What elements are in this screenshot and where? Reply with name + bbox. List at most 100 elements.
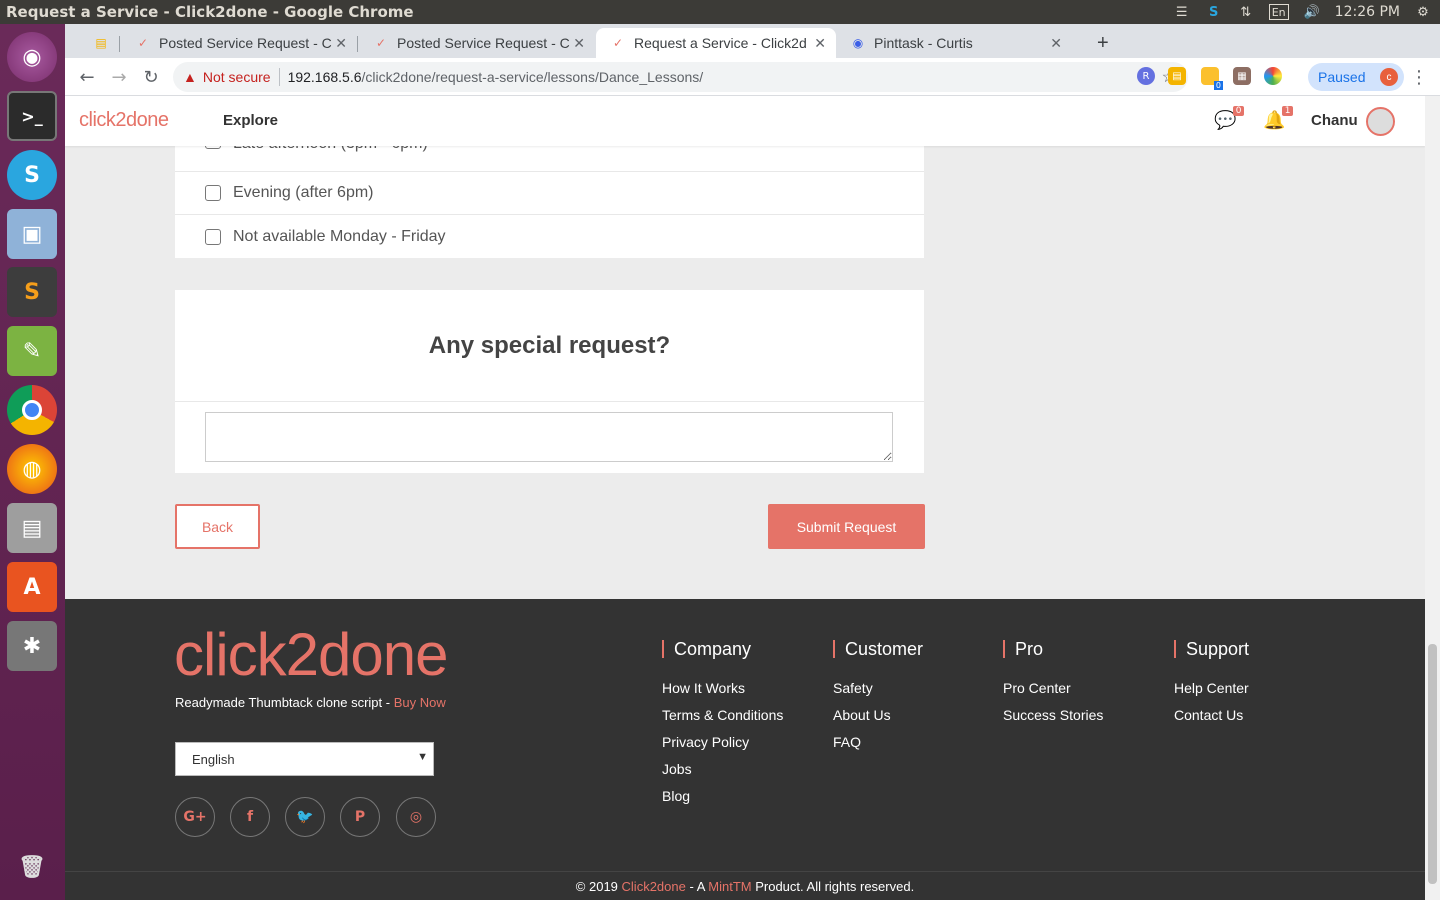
instagram-icon[interactable]: ◎ — [396, 797, 436, 837]
footer-link[interactable]: Jobs — [662, 761, 783, 777]
back-button[interactable]: Back — [175, 504, 260, 549]
notifications-bell-icon[interactable]: 🔔 1 — [1263, 106, 1294, 131]
copyright-text: © 2019 — [575, 879, 622, 894]
site-header: click2done Explore 💬 0 🔔 1 Chanu — [65, 96, 1425, 146]
terminal-icon[interactable]: >_ — [7, 91, 57, 141]
close-tab-icon[interactable]: ✕ — [1050, 35, 1062, 52]
tab-posted-service-request-2[interactable]: ✓ Posted Service Request - C ✕ — [359, 28, 595, 58]
tagline-text: Readymade Thumbtack clone script - — [175, 695, 394, 710]
back-arrow-icon[interactable]: ← — [75, 65, 99, 89]
pinterest-icon[interactable]: P — [340, 797, 380, 837]
footer-col-title: Support — [1174, 640, 1249, 658]
footer-col-title: Pro — [1003, 640, 1103, 658]
app-launcher: ◉ >_ S ▣ S ✎ ◍ ▤ A ✱ 🗑 — [0, 24, 65, 900]
checkbox[interactable] — [205, 228, 221, 245]
footer-link[interactable]: About Us — [833, 707, 923, 723]
ubuntu-dash-icon[interactable]: ◉ — [7, 32, 57, 82]
notifications-badge: 1 — [1281, 106, 1294, 116]
footer-link[interactable]: Safety — [833, 680, 923, 696]
click2done-link[interactable]: Click2done — [622, 879, 686, 894]
footer-link[interactable]: Pro Center — [1003, 680, 1103, 696]
tab-pinned-notes[interactable]: ▤ — [79, 28, 117, 58]
buy-now-link[interactable]: Buy Now — [394, 695, 446, 710]
footer-link[interactable]: Privacy Policy — [662, 734, 783, 750]
page-scrollbar[interactable] — [1425, 96, 1440, 900]
option-not-available-weekdays[interactable]: Not available Monday - Friday — [175, 215, 924, 258]
url-path: /click2done/request-a-service/lessons/Da… — [361, 69, 704, 85]
footer-col-pro: Pro Pro Center Success Stories — [1003, 640, 1103, 734]
system-settings-icon[interactable]: ✱ — [7, 621, 57, 671]
reload-icon[interactable]: ↻ — [139, 65, 163, 89]
footer-link[interactable]: Success Stories — [1003, 707, 1103, 723]
menu-icon[interactable]: ☰ — [1173, 4, 1191, 20]
tab-pinttask-curtis[interactable]: ◉ Pinttask - Curtis ✕ — [836, 28, 1072, 58]
twitter-icon[interactable]: 🐦 — [285, 797, 325, 837]
option-evening[interactable]: Evening (after 6pm) — [175, 172, 924, 215]
tab-posted-service-request-1[interactable]: ✓ Posted Service Request - C ✕ — [121, 28, 357, 58]
os-top-bar: Request a Service - Click2done - Google … — [0, 0, 1440, 24]
browser-tab-strip: ▤ ✓ Posted Service Request - C ✕ ✓ Poste… — [65, 24, 1440, 58]
url-host: 192.168.5.6 — [287, 69, 362, 85]
tab-label: Posted Service Request - C — [397, 35, 570, 51]
trash-icon[interactable]: 🗑 — [7, 842, 57, 892]
extension-photo-icon[interactable]: ▦ — [1233, 67, 1251, 85]
forward-arrow-icon[interactable]: → — [107, 65, 131, 89]
extension-r-icon[interactable]: R — [1137, 67, 1155, 85]
network-icon[interactable]: ⇅ — [1237, 4, 1255, 20]
user-avatar[interactable] — [1366, 107, 1395, 136]
language-select[interactable]: English ▼ — [175, 742, 434, 776]
skype-tray-icon[interactable]: S — [1205, 4, 1223, 20]
profile-paused-button[interactable]: Paused c — [1308, 63, 1404, 91]
copyright-bar: © 2019 Click2done - A MintTM Product. Al… — [65, 871, 1425, 900]
footer-link[interactable]: How It Works — [662, 680, 783, 696]
footer-logo[interactable]: click2done — [174, 625, 449, 685]
extension-folder-icon[interactable]: 0 — [1201, 67, 1223, 90]
skype-icon[interactable]: S — [7, 150, 57, 200]
clock[interactable]: 12:26 PM — [1335, 4, 1400, 20]
submit-request-button[interactable]: Submit Request — [768, 504, 925, 549]
footer-link[interactable]: Help Center — [1174, 680, 1249, 696]
messages-icon[interactable]: 💬 0 — [1214, 106, 1245, 131]
footer-link[interactable]: Terms & Conditions — [662, 707, 783, 723]
scrollbar-thumb[interactable] — [1428, 644, 1437, 884]
checkbox[interactable] — [205, 185, 221, 201]
footer-link[interactable]: Contact Us — [1174, 707, 1249, 723]
special-request-title: Any special request? — [175, 290, 924, 402]
special-request-card: Any special request? — [175, 290, 924, 473]
keyboard-lang-indicator[interactable]: En — [1268, 4, 1289, 20]
footer-link[interactable]: Blog — [662, 788, 783, 804]
address-bar[interactable]: ▲ Not secure 192.168.5.6/click2done/requ… — [173, 62, 1188, 92]
firefox-icon[interactable]: ◍ — [7, 444, 57, 494]
close-tab-icon[interactable]: ✕ — [335, 35, 347, 52]
not-secure-label[interactable]: Not secure — [203, 69, 271, 85]
tab-label: Pinttask - Curtis — [874, 35, 973, 51]
explore-link[interactable]: Explore — [223, 112, 278, 129]
footer-col-support: Support Help Center Contact Us — [1174, 640, 1249, 734]
volume-icon[interactable]: 🔊 — [1303, 4, 1321, 20]
special-request-textarea[interactable] — [205, 412, 893, 462]
sublime-text-icon[interactable]: S — [7, 267, 57, 317]
settings-gear-icon[interactable]: ⚙ — [1414, 4, 1432, 20]
site-logo[interactable]: click2done — [79, 109, 169, 132]
click2done-favicon: ✓ — [612, 36, 624, 50]
page-viewport: click2done Explore 💬0 🔔1 Chanu Late afte… — [65, 96, 1425, 900]
files-icon[interactable]: ▤ — [7, 503, 57, 553]
extension-color-icon[interactable] — [1264, 67, 1282, 85]
virtualbox-icon[interactable]: ▣ — [7, 209, 57, 259]
tab-label: Request a Service - Click2d — [634, 35, 807, 51]
google-plus-icon[interactable]: G+ — [175, 797, 215, 837]
mint-link[interactable]: MintTM — [708, 879, 751, 894]
close-tab-icon[interactable]: ✕ — [814, 35, 826, 52]
facebook-icon[interactable]: f — [230, 797, 270, 837]
browser-toolbar: ← → ↻ ▲ Not secure 192.168.5.6/click2don… — [65, 58, 1440, 96]
text-editor-icon[interactable]: ✎ — [7, 326, 57, 376]
extension-notes-icon[interactable]: ▤ — [1168, 67, 1186, 85]
software-center-icon[interactable]: A — [7, 562, 57, 612]
tab-request-a-service[interactable]: ✓ Request a Service - Click2d ✕ — [596, 28, 836, 58]
browser-menu-icon[interactable]: ⋮ — [1407, 65, 1431, 89]
footer-link[interactable]: FAQ — [833, 734, 923, 750]
chrome-icon[interactable] — [7, 385, 57, 435]
close-tab-icon[interactable]: ✕ — [573, 35, 585, 52]
new-tab-button[interactable]: + — [1083, 28, 1113, 58]
user-name[interactable]: Chanu — [1311, 112, 1358, 129]
